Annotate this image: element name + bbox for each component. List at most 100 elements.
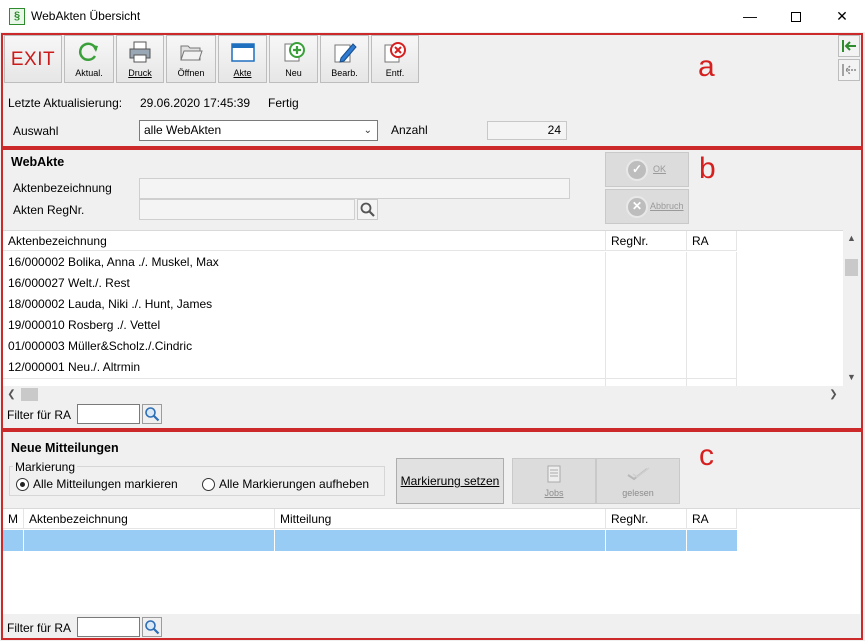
col-ra[interactable]: RA [687, 231, 737, 250]
delete-label: Entf. [385, 68, 405, 78]
cancel-button[interactable]: ✕ Abbruch [605, 189, 689, 224]
regnr-search-button[interactable] [357, 199, 378, 220]
cell-ra [687, 252, 737, 273]
print-label: Druck [128, 68, 152, 78]
cell-regnr [606, 273, 687, 294]
akte-button[interactable]: Akte [218, 35, 267, 83]
cell-ra [687, 315, 737, 336]
table-row[interactable]: 12/000001 Neu./. Altrmin [3, 357, 737, 378]
cell-aktenbezeichnung: 18/000002 Lauda, Niki ./. Hunt, James [3, 294, 606, 315]
filter-search-button-2[interactable] [142, 617, 162, 637]
refresh-icon [78, 42, 98, 61]
add-document-icon [284, 42, 305, 62]
folder-open-icon [180, 45, 203, 61]
col-regnr[interactable]: RegNr. [606, 231, 687, 250]
akten-regnr-field[interactable] [139, 199, 355, 220]
minimize-button[interactable]: — [727, 0, 773, 32]
undock-button[interactable] [838, 59, 860, 81]
count-label: Anzahl [391, 123, 428, 137]
last-update-label: Letzte Aktualisierung: [8, 96, 123, 110]
radio-mark-all[interactable] [16, 478, 29, 491]
table-row[interactable]: 01/000003 Müller&Scholz./.Cindric [3, 336, 737, 357]
table-row[interactable]: 18/000002 Lauda, Niki ./. Hunt, James [3, 294, 737, 315]
selection-value: alle WebAkten [144, 123, 222, 137]
cell-aktenbezeichnung: 16/000027 Welt./. Rest [3, 273, 606, 294]
jobs-document-icon [547, 465, 561, 483]
open-label: Öffnen [177, 68, 205, 78]
scroll-right-icon[interactable]: ❯ [825, 386, 842, 403]
cell-regnr [606, 252, 687, 273]
edit-button[interactable]: Bearb. [320, 35, 369, 83]
akte-label: Akte [233, 68, 252, 78]
pencil-edit-icon [334, 43, 357, 63]
print-button[interactable]: Druck [116, 35, 164, 83]
cell-aktenbezeichnung: 19/000010 Rosberg ./. Vettel [3, 315, 606, 336]
new-button[interactable]: Neu [269, 35, 318, 83]
scroll-down-icon[interactable]: ▼ [843, 369, 860, 386]
filter-ra-input[interactable] [77, 404, 140, 424]
akten-horizontal-scrollbar[interactable]: ❮ ❯ [3, 386, 860, 403]
webakte-heading: WebAkte [11, 155, 65, 169]
col-regnr[interactable]: RegNr. [606, 509, 687, 528]
hscroll-thumb[interactable] [21, 388, 38, 401]
radio-unmark-all[interactable] [202, 478, 215, 491]
new-label: Neu [285, 68, 302, 78]
filter-ra-label-2: Filter für RA [7, 621, 72, 635]
filter-ra-input-2[interactable] [77, 617, 140, 637]
last-update-value: 29.06.2020 17:45:39 [140, 96, 251, 110]
cell-aktenbezeichnung: 01/000003 Müller&Scholz./.Cindric [3, 336, 606, 357]
close-button[interactable]: ✕ [819, 0, 865, 32]
set-mark-button[interactable]: Markierung setzen [396, 458, 504, 504]
col-aktenbezeichnung[interactable]: Aktenbezeichnung [3, 231, 606, 250]
cell-ra [687, 294, 737, 315]
check-icon: ✓ [626, 159, 648, 181]
scroll-thumb[interactable] [845, 259, 858, 276]
table-row[interactable]: 16/000002 Bolika, Anna ./. Muskel, Max [3, 252, 737, 273]
filter-search-button[interactable] [142, 404, 162, 424]
cell-regnr [606, 357, 687, 378]
ok-button[interactable]: ✓ OK [605, 152, 689, 187]
cell-ra [687, 336, 737, 357]
chevron-down-icon: ⌄ [363, 125, 372, 136]
count-value: 24 [487, 121, 567, 140]
maximize-button[interactable] [773, 0, 819, 32]
table-row-selected[interactable] [3, 530, 737, 551]
radio-unmark-all-label[interactable]: Alle Markierungen aufheben [219, 477, 369, 491]
cell-regnr [606, 315, 687, 336]
mitteilungen-table-header: M Aktenbezeichnung Mitteilung RegNr. RA [3, 509, 737, 529]
col-mitteilung[interactable]: Mitteilung [275, 509, 606, 528]
cancel-x-icon: ✕ [626, 196, 648, 218]
open-button[interactable]: Öffnen [166, 35, 216, 83]
jobs-button[interactable]: Jobs [512, 458, 596, 504]
akten-vertical-scrollbar[interactable]: ▲ ▼ [843, 230, 860, 386]
cell-aktenbezeichnung: 16/000002 Bolika, Anna ./. Muskel, Max [3, 252, 606, 273]
radio-mark-all-label[interactable]: Alle Mitteilungen markieren [33, 477, 178, 491]
scroll-left-icon[interactable]: ❮ [3, 386, 20, 403]
delete-button[interactable]: Entf. [371, 35, 419, 83]
table-row[interactable]: 19/000010 Rosberg ./. Vettel [3, 315, 737, 336]
filter-ra-label: Filter für RA [7, 408, 72, 422]
col-aktenbezeichnung[interactable]: Aktenbezeichnung [24, 509, 275, 528]
search-icon [145, 620, 160, 635]
search-icon [360, 202, 375, 217]
selection-dropdown[interactable]: alle WebAkten ⌄ [139, 120, 378, 141]
markierung-group-label: Markierung [13, 460, 78, 474]
arrow-left-grey-icon [842, 64, 856, 76]
app-icon: § [9, 8, 25, 25]
search-icon [145, 407, 160, 422]
read-button[interactable]: gelesen [596, 458, 680, 504]
dock-left-button[interactable] [838, 35, 860, 57]
exit-button[interactable]: EXIT [4, 35, 62, 83]
table-row-partial [3, 378, 737, 386]
client-area: a b c EXIT Aktual. Druck Öffnen Akte Neu… [0, 32, 865, 641]
cell-ra [687, 357, 737, 378]
col-ra[interactable]: RA [687, 509, 737, 528]
table-row[interactable]: 16/000027 Welt./. Rest [3, 273, 737, 294]
akten-name-field[interactable] [139, 178, 570, 199]
col-m[interactable]: M [3, 509, 24, 528]
refresh-label: Aktual. [75, 68, 103, 78]
edit-label: Bearb. [331, 68, 358, 78]
scroll-up-icon[interactable]: ▲ [843, 230, 860, 247]
section-b-letter: b [699, 152, 716, 185]
refresh-button[interactable]: Aktual. [64, 35, 114, 83]
